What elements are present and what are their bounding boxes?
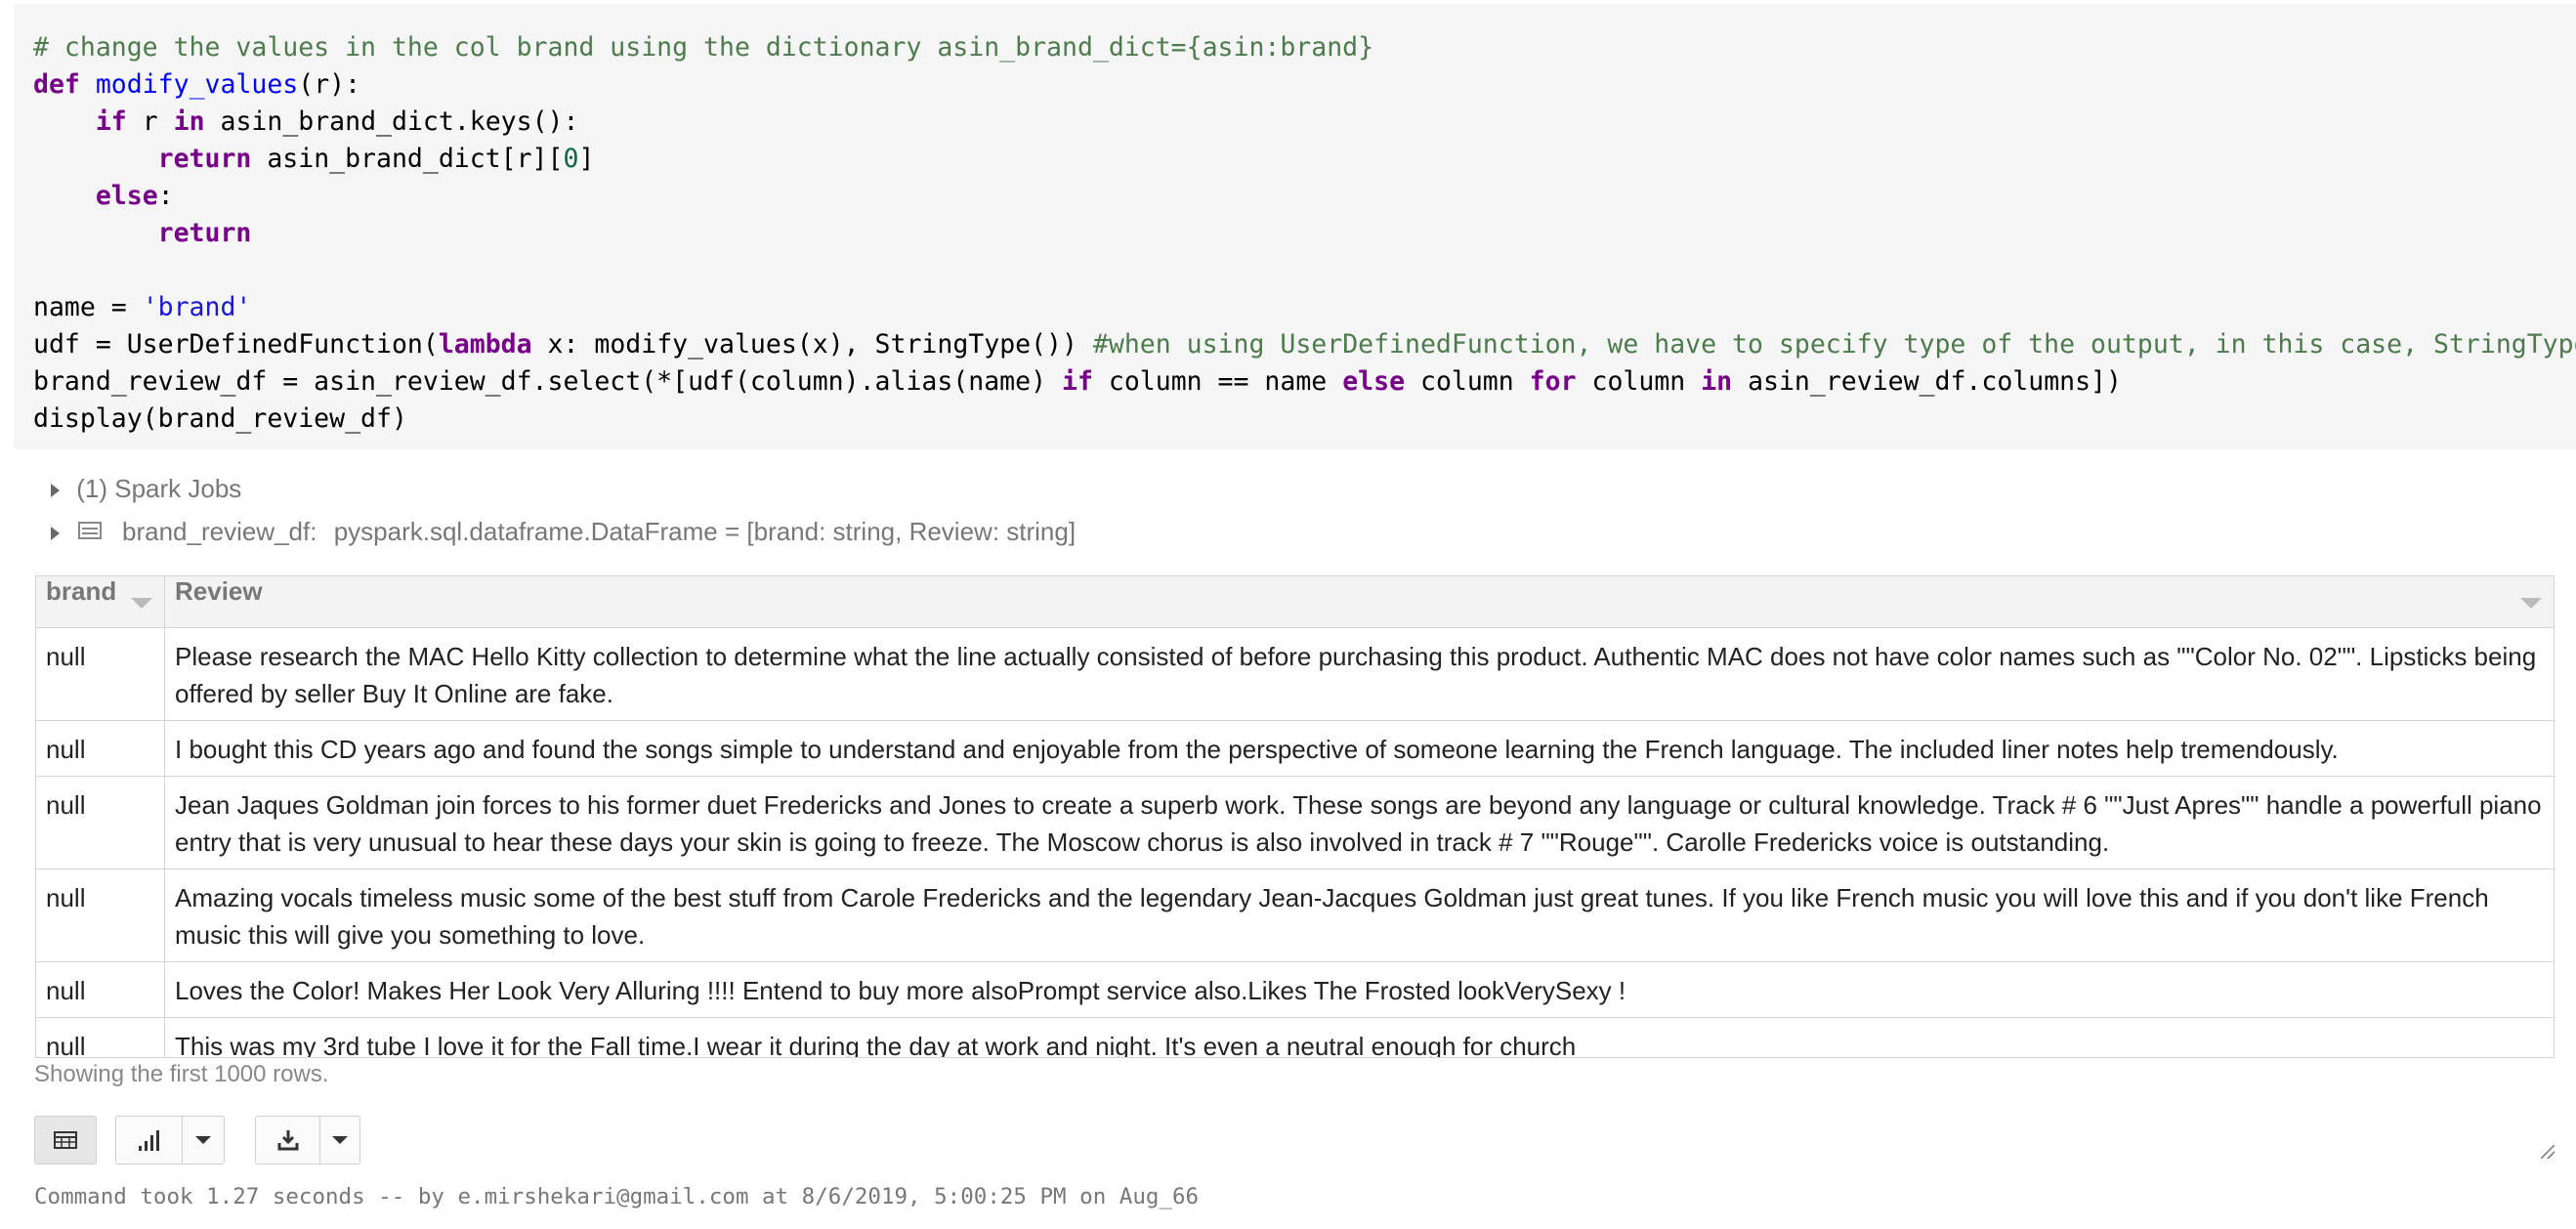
- table-cell: Loves the Color! Makes Her Look Very All…: [164, 961, 2555, 1018]
- download-options-dropdown[interactable]: [319, 1116, 360, 1165]
- table-row: null This was my 3rd tube I love it for …: [35, 1017, 2555, 1058]
- download-icon: [277, 1130, 298, 1151]
- expand-triangle-icon: [51, 527, 60, 541]
- column-header-brand[interactable]: brand: [35, 575, 165, 628]
- chevron-down-icon: [332, 1136, 348, 1144]
- table-cell: null: [35, 1017, 165, 1058]
- df-schema-toggle[interactable]: [51, 516, 60, 547]
- command-status: Command took 1.27 seconds -- by e.mirshe…: [34, 1184, 1200, 1209]
- table-view-button[interactable]: [34, 1116, 97, 1165]
- df-type: pyspark.sql.dataframe.DataFrame = [brand…: [333, 517, 1077, 546]
- table-cell: null: [35, 627, 165, 721]
- table-row: null I bought this CD years ago and foun…: [35, 720, 2555, 777]
- resize-handle-icon[interactable]: [2541, 1145, 2555, 1159]
- code-line-9: udf = UserDefinedFunction(lambda x: modi…: [33, 329, 2576, 360]
- expand-triangle-icon: [51, 484, 60, 498]
- table-cell: Amazing vocals timeless music some of th…: [164, 869, 2555, 962]
- code-line-8: name = 'brand': [33, 292, 252, 322]
- table-row: null Amazing vocals timeless music some …: [35, 869, 2555, 962]
- chart-options-dropdown[interactable]: [182, 1116, 225, 1165]
- chart-view-button[interactable]: [115, 1116, 182, 1165]
- table-row: null Please research the MAC Hello Kitty…: [35, 627, 2555, 721]
- table-row: null Jean Jaques Goldman join forces to …: [35, 776, 2555, 869]
- dataframe-icon: [78, 522, 102, 539]
- df-name: brand_review_df:: [122, 517, 317, 546]
- code-line-10: brand_review_df = asin_review_df.select(…: [33, 366, 2122, 397]
- code-line-3: if r in asin_brand_dict.keys():: [95, 106, 579, 137]
- table-cell: I bought this CD years ago and found the…: [164, 720, 2555, 777]
- code-line-1: # change the values in the col brand usi…: [33, 32, 1374, 63]
- table-cell: Jean Jaques Goldman join forces to his f…: [164, 776, 2555, 869]
- table-icon: [54, 1131, 77, 1149]
- table-cell: null: [35, 961, 165, 1018]
- df-schema-text: brand_review_df: pyspark.sql.dataframe.D…: [122, 516, 1076, 547]
- bar-chart-icon: [138, 1130, 159, 1151]
- sort-arrow-icon[interactable]: [131, 598, 152, 609]
- code-editor[interactable]: # change the values in the col brand usi…: [14, 4, 2576, 449]
- table-cell: This was my 3rd tube I love it for the F…: [164, 1017, 2555, 1058]
- table-cell: null: [35, 776, 165, 869]
- column-header-label: brand: [46, 576, 117, 606]
- table-bottom-border: [35, 1057, 2555, 1058]
- code-line-4: return asin_brand_dict[r][0]: [157, 144, 595, 174]
- chevron-down-icon: [195, 1136, 211, 1144]
- code-line-11: display(brand_review_df): [33, 403, 407, 434]
- column-header-label: Review: [175, 576, 263, 606]
- table-row: null Loves the Color! Makes Her Look Ver…: [35, 961, 2555, 1018]
- rows-shown-note: Showing the first 1000 rows.: [34, 1061, 329, 1087]
- code-line-5: else:: [95, 181, 174, 211]
- spark-jobs-label: (1) Spark Jobs: [76, 474, 242, 503]
- code-line-6: return: [157, 218, 252, 248]
- results-table-container[interactable]: brand Review null Please research the MA…: [35, 575, 2555, 1058]
- results-table: brand Review null Please research the MA…: [35, 575, 2555, 1058]
- sort-arrow-icon[interactable]: [2520, 598, 2542, 609]
- spark-jobs-toggle[interactable]: (1) Spark Jobs: [51, 473, 241, 504]
- table-cell: null: [35, 869, 165, 962]
- table-cell: null: [35, 720, 165, 777]
- table-cell: Please research the MAC Hello Kitty coll…: [164, 627, 2555, 721]
- download-button[interactable]: [255, 1116, 319, 1165]
- code-line-2: def modify_values(r):: [33, 69, 361, 100]
- column-header-review[interactable]: Review: [164, 575, 2555, 628]
